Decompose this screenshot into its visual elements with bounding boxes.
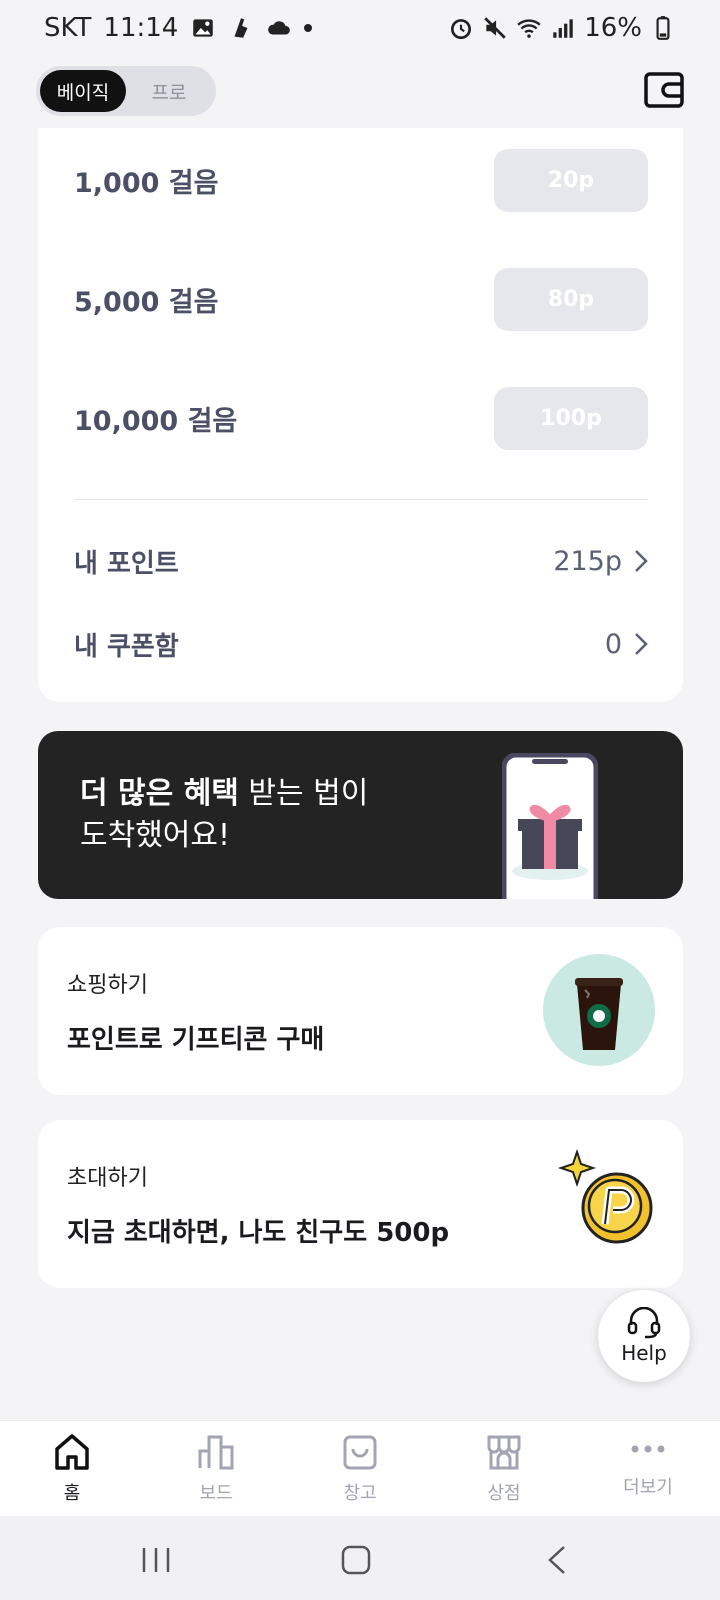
claim-reward-button[interactable]: 20p — [494, 148, 648, 212]
point-coin-icon — [557, 1148, 653, 1244]
nav-item-storage[interactable]: 창고 — [288, 1421, 432, 1516]
shopping-card-title: 포인트로 기프티콘 구매 — [67, 1025, 325, 1055]
invite-card[interactable]: 초대하기 지금 초대하면, 나도 친구도 500p — [38, 1120, 683, 1288]
chevron-right-icon — [635, 633, 648, 655]
battery-icon — [656, 16, 670, 40]
phone-gift-illustration — [502, 753, 598, 899]
shopping-card-subtitle: 쇼핑하기 — [67, 973, 148, 998]
nav-label: 상점 — [487, 1483, 521, 1504]
header: 베이직 프로 — [0, 56, 720, 128]
nav-label: 홈 — [63, 1483, 81, 1504]
my-coupons-label: 내 쿠폰함 — [74, 631, 179, 662]
banner-text-line2: 도착했어요! — [80, 818, 231, 853]
wifi-icon — [517, 19, 541, 38]
step-label: 10,000 걸음 — [74, 405, 238, 437]
step-row: 5,000 걸음 80p — [74, 267, 648, 331]
tab-pro[interactable]: 프로 — [126, 70, 212, 112]
wallet-icon[interactable] — [644, 70, 684, 110]
step-row: 10,000 걸음 100p — [74, 386, 648, 450]
step-row: 1,000 걸음 20p — [74, 148, 648, 212]
banner-text: 더 많은 혜택 받는 법이 도착했어요! — [80, 773, 368, 857]
gallery-icon — [193, 19, 214, 37]
nav-label: 보드 — [199, 1483, 233, 1504]
mode-toggle: 베이직 프로 — [36, 66, 216, 116]
iced-coffee-icon — [543, 954, 655, 1066]
recent-apps-icon[interactable] — [138, 1544, 174, 1576]
status-bar: SKT 11:14 16% — [0, 0, 720, 56]
claim-reward-button[interactable]: 80p — [494, 267, 648, 331]
clock: 11:14 — [103, 13, 179, 43]
mute-icon — [484, 17, 506, 39]
nav-label: 창고 — [343, 1483, 377, 1504]
system-nav-bar — [0, 1516, 720, 1600]
store-icon — [487, 1435, 521, 1470]
nav-item-store[interactable]: 상점 — [432, 1421, 576, 1516]
home-icon — [55, 1434, 89, 1470]
cloud-icon — [268, 21, 291, 35]
step-rewards-card: 1,000 걸음 20p 5,000 걸음 80p 10,000 걸음 100p… — [38, 128, 683, 702]
more-icon — [631, 1445, 665, 1453]
battery-percent: 16% — [584, 13, 642, 43]
nav-item-home[interactable]: 홈 — [0, 1421, 144, 1516]
divider — [74, 499, 648, 500]
step-label: 5,000 걸음 — [74, 286, 219, 318]
carrier-label: SKT — [44, 13, 92, 43]
help-button[interactable]: Help — [598, 1290, 690, 1382]
tab-basic[interactable]: 베이직 — [40, 70, 126, 112]
my-points-value: 215p — [553, 545, 622, 577]
bag-icon — [343, 1435, 377, 1470]
my-points-row[interactable]: 내 포인트 215p — [74, 539, 648, 583]
invite-card-title: 지금 초대하면, 나도 친구도 500p — [67, 1218, 450, 1248]
nav-item-more[interactable]: 더보기 — [576, 1421, 720, 1516]
shopping-card[interactable]: 쇼핑하기 포인트로 기프티콘 구매 — [38, 927, 683, 1095]
back-icon[interactable] — [540, 1544, 576, 1576]
step-label: 1,000 걸음 — [74, 167, 219, 199]
benefits-banner[interactable]: 더 많은 혜택 받는 법이 도착했어요! — [38, 731, 683, 899]
headset-icon — [627, 1307, 661, 1339]
bottom-nav: 홈 보드 창고 상점 더보기 — [0, 1420, 720, 1516]
home-button-icon[interactable] — [338, 1544, 374, 1576]
my-points-label: 내 포인트 — [74, 548, 179, 579]
my-coupons-row[interactable]: 내 쿠폰함 0 — [74, 622, 648, 666]
notification-dot — [304, 24, 313, 32]
help-label: Help — [621, 1341, 667, 1365]
chart-icon — [198, 1435, 234, 1470]
invite-card-subtitle: 초대하기 — [67, 1166, 148, 1191]
alarm-icon — [451, 19, 472, 40]
claim-reward-button[interactable]: 100p — [494, 386, 648, 450]
signal-icon — [553, 19, 573, 38]
banner-bold-text: 더 많은 혜택 — [80, 776, 239, 811]
my-coupons-value: 0 — [604, 628, 622, 660]
nav-label: 더보기 — [623, 1477, 673, 1498]
shoe-icon — [234, 18, 248, 38]
nav-item-board[interactable]: 보드 — [144, 1421, 288, 1516]
banner-text-rest: 받는 법이 — [238, 776, 369, 811]
chevron-right-icon — [635, 550, 648, 572]
